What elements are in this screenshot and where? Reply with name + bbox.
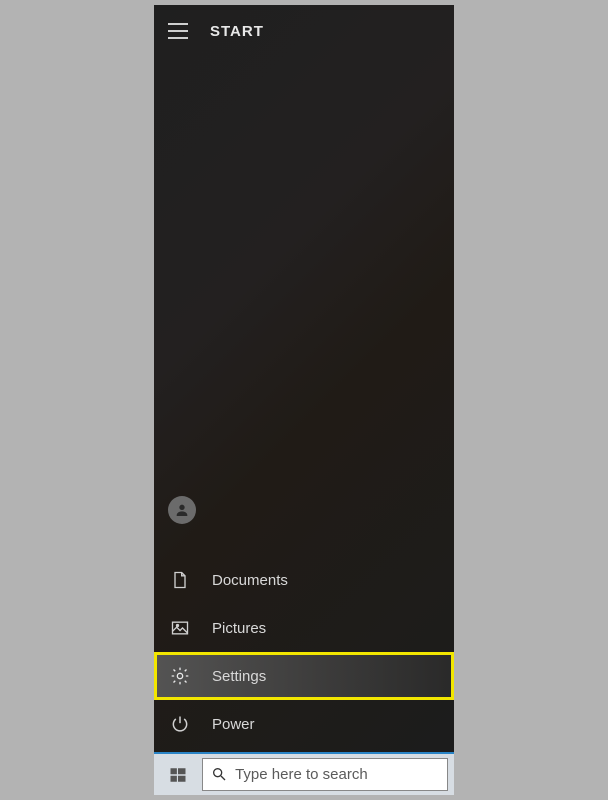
settings-button[interactable]: Settings [154,652,454,700]
documents-button[interactable]: Documents [154,556,454,604]
search-icon [211,766,227,784]
pictures-button[interactable]: Pictures [154,604,454,652]
highlight-annotation [154,652,454,700]
account-button[interactable] [154,486,454,534]
pictures-label: Pictures [212,620,266,637]
start-title: START [210,23,264,40]
power-label: Power [212,716,255,733]
user-icon [168,496,196,524]
start-menu-panel: START Documents [154,5,454,752]
power-button[interactable]: Power [154,700,454,748]
windows-logo-icon [169,766,187,784]
start-menu-rail: Documents Pictures [154,486,454,752]
document-icon [168,568,192,592]
documents-label: Documents [212,572,288,589]
gear-icon [168,664,192,688]
power-icon [168,712,192,736]
search-input[interactable] [235,766,439,783]
pictures-icon [168,616,192,640]
start-button[interactable] [154,754,202,795]
taskbar [154,752,454,795]
hamburger-icon[interactable] [164,17,192,45]
screenshot-stage: START Documents [154,5,454,795]
taskbar-search[interactable] [202,758,448,791]
start-menu-header: START [154,5,454,57]
settings-label: Settings [212,668,266,685]
